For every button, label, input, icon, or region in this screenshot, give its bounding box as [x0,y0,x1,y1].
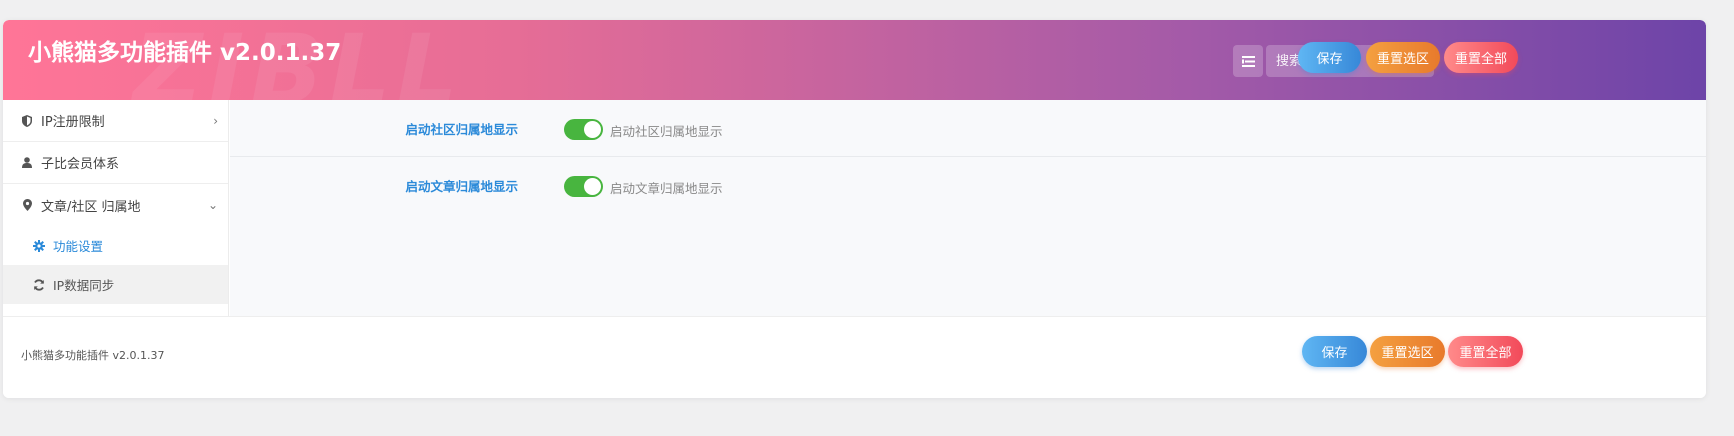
switch-knob [584,178,601,195]
footer-version-text: 小熊猫多功能插件 v2.0.1.37 [21,349,165,362]
chevron-right-icon: › [213,113,218,128]
sidebar-item-location[interactable]: 文章/社区 归属地 ⌄ [3,184,228,226]
sidebar-item-label: IP注册限制 [41,115,105,130]
sidebar-item-label: 子比会员体系 [41,157,120,172]
footer-reset-section-button[interactable]: 重置选区 [1370,336,1445,367]
footer-bar: 小熊猫多功能插件 v2.0.1.37 保存 重置选区 重置全部 [3,316,1706,398]
sidebar-item-label: 文章/社区 归属地 [41,199,141,215]
shield-icon [19,113,35,129]
sidebar-nav: IP注册限制 › 子比会员体系 文章/社区 归属地 ⌄ 功能设置 IP数据同步 [3,100,229,316]
list-icon [1241,55,1255,67]
sidebar-item-membership[interactable]: 子比会员体系 [3,142,228,184]
setting-row-community-location: 启动社区归属地显示 启动社区归属地显示 [230,100,1706,157]
switch-label: 启动文章归属地显示 [610,181,723,196]
header-save-button[interactable]: 保存 [1298,42,1361,73]
setting-row-article-location: 启动文章归属地显示 启动文章归属地显示 [230,157,1706,214]
community-location-switch[interactable] [564,119,603,140]
chevron-down-icon: ⌄ [207,198,218,212]
sidebar-item-ip-register-limit[interactable]: IP注册限制 › [3,100,228,142]
sidebar-subitem-label: 功能设置 [53,239,104,254]
gear-icon [31,238,47,254]
article-location-switch[interactable] [564,176,603,197]
switch-knob [584,121,601,138]
sidebar-subitem-ip-sync[interactable]: IP数据同步 [3,265,228,304]
settings-content: 启动社区归属地显示 启动社区归属地显示 启动文章归属地显示 启动文章归属地显示 [230,100,1706,316]
field-label: 启动文章归属地显示 [405,179,518,194]
sidebar-subitem-settings[interactable]: 功能设置 [3,226,228,265]
expand-toggle-button[interactable] [1233,45,1263,77]
app-title: 小熊猫多功能插件 v2.0.1.37 [28,40,342,66]
refresh-icon [31,277,47,293]
user-icon [19,155,35,171]
header-reset-all-button[interactable]: 重置全部 [1444,42,1518,73]
footer-reset-all-button[interactable]: 重置全部 [1448,336,1523,367]
header-bar: ZIBLL 小熊猫多功能插件 v2.0.1.37 保存 重置选区 重置全部 [3,20,1706,100]
header-reset-section-button[interactable]: 重置选区 [1366,42,1440,73]
options-panel: ZIBLL 小熊猫多功能插件 v2.0.1.37 保存 重置选区 重置全部 IP… [3,20,1706,398]
switch-label: 启动社区归属地显示 [610,124,723,139]
footer-save-button[interactable]: 保存 [1302,336,1367,367]
sidebar-subitem-label: IP数据同步 [53,278,115,293]
field-label: 启动社区归属地显示 [405,122,518,137]
map-marker-icon [19,197,35,213]
